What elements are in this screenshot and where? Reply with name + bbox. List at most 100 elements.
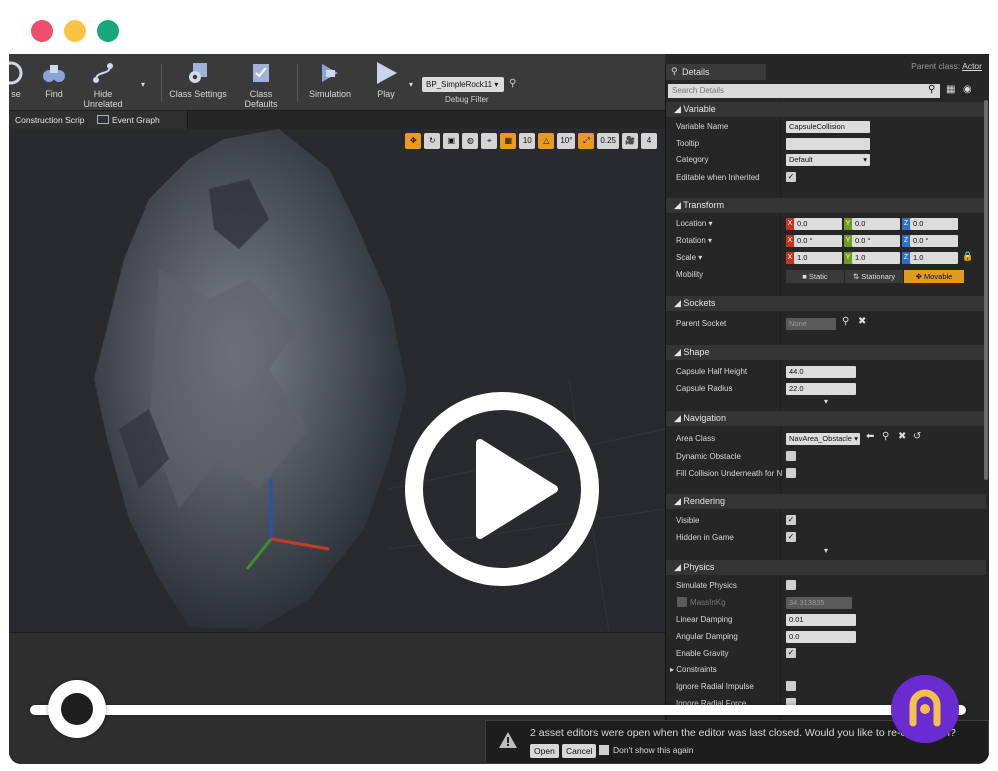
x-axis-tag: X — [786, 235, 794, 247]
browse-button[interactable]: se — [9, 60, 29, 108]
scale-snap-icon[interactable]: ⤢ — [578, 133, 595, 149]
lock-icon[interactable]: 🔒 — [962, 251, 973, 262]
section-shape[interactable]: ◢ Shape — [666, 345, 986, 360]
area-class-select[interactable]: NavArea_Obstacle ▾ — [786, 433, 860, 445]
camera-speed-icon[interactable]: 🎥 — [622, 133, 638, 149]
window-maximize-dot[interactable] — [97, 20, 119, 42]
simulation-button[interactable]: Simulation — [305, 60, 355, 108]
arrow-left-icon[interactable]: ⬅ — [866, 431, 874, 442]
section-navigation[interactable]: ◢ Navigation — [666, 411, 986, 426]
reset-icon[interactable]: ↺ — [913, 431, 921, 442]
tooltip-field[interactable] — [786, 138, 870, 150]
find-button[interactable]: Find — [39, 60, 69, 108]
category-select[interactable]: Default ▾ — [786, 154, 870, 166]
dynamic-obstacle-checkbox[interactable] — [786, 451, 796, 461]
enable-gravity-checkbox[interactable]: ✓ — [786, 648, 796, 658]
dont-show-checkbox[interactable] — [599, 745, 609, 755]
section-transform[interactable]: ◢ Transform — [666, 198, 986, 213]
scale-z-field[interactable]: 1.0 — [910, 252, 958, 264]
section-variable[interactable]: ◢ Variable — [666, 102, 986, 117]
window-close-dot[interactable] — [31, 20, 53, 42]
search-icon[interactable]: ⚲ — [509, 78, 516, 89]
open-button[interactable]: Open — [530, 744, 559, 758]
tab-event-graph[interactable]: Event Graph — [93, 111, 188, 129]
search-icon[interactable]: ⚲ — [882, 431, 889, 442]
linear-damping-field[interactable]: 0.01 — [786, 614, 856, 626]
tab-construction-script[interactable]: Construction Scrip — [9, 111, 98, 129]
close-icon[interactable]: ✖ — [898, 431, 906, 442]
search-icon[interactable]: ⚲ — [842, 316, 849, 327]
mobility-movable[interactable]: ✥ Movable — [904, 270, 964, 283]
angular-damping-field[interactable]: 0.0 — [786, 631, 856, 643]
expand-more-icon[interactable]: ▾ — [824, 546, 828, 555]
warning-icon — [499, 732, 517, 748]
simulation-label: Simulation — [308, 89, 352, 99]
video-progress-handle[interactable] — [47, 680, 106, 738]
translate-mode-icon[interactable]: ✥ — [405, 133, 422, 149]
fill-collision-checkbox[interactable] — [786, 468, 796, 478]
editable-inherited-checkbox[interactable]: ✓ — [786, 172, 796, 182]
mass-override-checkbox[interactable] — [677, 597, 687, 607]
parent-socket-field[interactable]: None — [786, 318, 836, 330]
details-search-input[interactable]: Search Details — [668, 84, 940, 98]
viewport[interactable]: ✥ ↻ ▣ ◍ ⌖ ▦ 10 △ 10° ⤢ 0.25 🎥 4 — [9, 129, 665, 632]
rotation-snap-icon[interactable]: △ — [538, 133, 555, 149]
rotation-z-field[interactable]: 0.0 ° — [910, 235, 958, 247]
rotation-y-field[interactable]: 0.0 ° — [852, 235, 900, 247]
section-physics[interactable]: ◢ Physics — [666, 560, 986, 575]
section-sockets[interactable]: ◢ Sockets — [666, 296, 986, 311]
scale-mode-icon[interactable]: ▣ — [443, 133, 460, 149]
ignore-radial-impulse-checkbox[interactable] — [786, 681, 796, 691]
variable-name-field[interactable]: CapsuleCollision — [786, 121, 870, 133]
rotation-x-field[interactable]: 0.0 ° — [794, 235, 842, 247]
rotation-label[interactable]: Rotation ▾ — [676, 236, 712, 245]
location-label[interactable]: Location ▾ — [676, 219, 713, 228]
grid-snap-icon[interactable]: ▦ — [500, 133, 517, 149]
details-tab-label: Details — [682, 67, 710, 77]
debug-object-select[interactable]: BP_SimpleRock11 ▾ — [422, 77, 504, 92]
surface-snap-icon[interactable]: ⌖ — [481, 133, 498, 149]
expand-more-icon[interactable]: ▾ — [824, 397, 828, 406]
grid-view-icon[interactable]: ▦ — [946, 84, 955, 95]
tab-details[interactable]: Details — [666, 64, 766, 80]
grid-snap-value[interactable]: 10 — [519, 133, 536, 149]
scale-x-field[interactable]: 1.0 — [794, 252, 842, 264]
window-minimize-dot[interactable] — [64, 20, 86, 42]
close-icon[interactable]: ✖ — [858, 316, 866, 327]
mobility-static[interactable]: ■ Static — [786, 270, 844, 283]
constraints-row[interactable]: ▸ Constraints — [670, 665, 717, 674]
scale-y-field[interactable]: 1.0 — [852, 252, 900, 264]
capsule-half-height-field[interactable]: 44.0 — [786, 366, 856, 378]
scale-snap-value[interactable]: 0.25 — [597, 133, 619, 149]
class-defaults-button[interactable]: Class Defaults — [233, 60, 289, 109]
video-play-button[interactable] — [404, 391, 600, 587]
video-progress-track[interactable] — [30, 705, 966, 715]
y-axis-tag: Y — [844, 218, 852, 230]
rotation-snap-value[interactable]: 10° — [557, 133, 576, 149]
camera-speed-value[interactable]: 4 — [641, 133, 657, 149]
world-local-icon[interactable]: ◍ — [462, 133, 479, 149]
details-scrollbar[interactable] — [984, 100, 988, 480]
location-x-field[interactable]: 0.0 — [794, 218, 842, 230]
class-settings-button[interactable]: Class Settings — [169, 60, 227, 108]
chevron-down-icon[interactable]: ▾ — [141, 80, 145, 89]
eye-icon[interactable]: ◉ — [963, 84, 972, 95]
scale-label[interactable]: Scale ▾ — [676, 253, 702, 262]
enable-gravity-label: Enable Gravity — [676, 649, 729, 658]
capsule-radius-field[interactable]: 22.0 — [786, 383, 856, 395]
simulate-physics-checkbox[interactable] — [786, 580, 796, 590]
search-icon[interactable]: ⚲ — [928, 84, 935, 95]
hidden-in-game-checkbox[interactable]: ✓ — [786, 532, 796, 542]
rotate-mode-icon[interactable]: ↻ — [424, 133, 441, 149]
parent-class-link[interactable]: Actor — [962, 61, 982, 71]
binoculars-icon — [43, 65, 65, 82]
cancel-button[interactable]: Cancel — [562, 744, 597, 758]
section-rendering[interactable]: ◢ Rendering — [666, 494, 986, 509]
hide-unrelated-button[interactable]: Hide Unrelated — [73, 60, 133, 109]
chevron-down-icon[interactable]: ▾ — [409, 80, 413, 89]
visible-checkbox[interactable]: ✓ — [786, 515, 796, 525]
location-y-field[interactable]: 0.0 — [852, 218, 900, 230]
mobility-stationary[interactable]: ⇅ Stationary — [845, 270, 903, 283]
play-button[interactable]: Play — [369, 60, 403, 108]
location-z-field[interactable]: 0.0 — [910, 218, 958, 230]
